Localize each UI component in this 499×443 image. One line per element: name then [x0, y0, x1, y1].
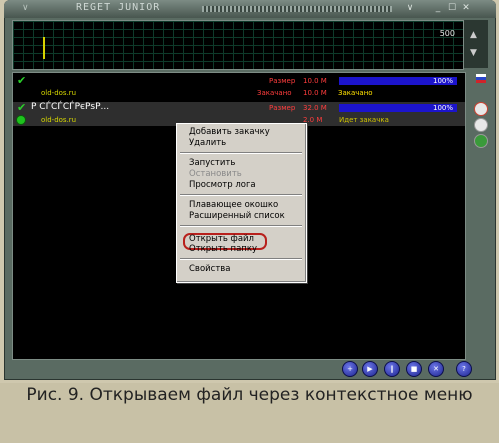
completed-check-icon: ✔	[17, 101, 27, 114]
menu-add-download[interactable]: Добавить закачку	[189, 127, 270, 137]
menu-separator	[180, 194, 302, 196]
graph-scale-control[interactable]: ▲ ▼	[464, 20, 488, 68]
menu-properties[interactable]: Свойства	[189, 264, 231, 274]
progress-percent: 100%	[433, 77, 454, 85]
menu-floating-window[interactable]: Плавающее окошко	[189, 200, 278, 210]
maximize-button[interactable]: ☐	[446, 3, 458, 14]
app-window: ∨ REGET JUNIOR ∨ _ ☐ ✕ 500 ▲ ▼ ✔ Размер …	[4, 0, 496, 380]
download-name: Р СЃСЃСЃРєРѕР...	[31, 102, 110, 112]
menu-open-folder[interactable]: Открыть папку	[189, 244, 257, 254]
pause-button[interactable]: ‖	[384, 361, 400, 377]
graph-scale-value: 500	[439, 29, 455, 38]
minimize-button[interactable]: _	[432, 3, 444, 14]
stop-indicator-icon[interactable]	[474, 102, 488, 116]
pause-indicator-icon[interactable]	[474, 118, 488, 132]
size-value: 10.0 M	[303, 77, 327, 85]
speed-spike	[43, 37, 45, 59]
active-download-icon	[17, 116, 25, 124]
menu-stop: Остановить	[189, 169, 242, 179]
context-menu: Добавить закачку Удалить Запустить Остан…	[176, 123, 307, 283]
control-bar: + ▶ ‖ ■ ✕ ?	[12, 358, 494, 378]
completed-check-icon: ✔	[17, 74, 27, 87]
stop-button[interactable]: ■	[406, 361, 422, 377]
side-panel	[466, 72, 492, 360]
menu-separator	[180, 225, 302, 227]
window-title: REGET JUNIOR	[76, 2, 161, 13]
add-button[interactable]: +	[342, 361, 358, 377]
download-status: Закачано	[338, 89, 373, 97]
screenshot-frame: ∨ REGET JUNIOR ∨ _ ☐ ✕ 500 ▲ ▼ ✔ Размер …	[0, 0, 499, 383]
ok-indicator-icon[interactable]	[474, 134, 488, 148]
download-row[interactable]: ✔ Размер 10.0 M 100%	[13, 74, 465, 87]
menu-separator	[180, 152, 302, 154]
scale-down-icon[interactable]: ▼	[470, 48, 477, 58]
title-bar[interactable]: ∨ REGET JUNIOR ∨ _ ☐ ✕	[4, 0, 496, 18]
download-domain: old-dos.ru	[41, 116, 77, 124]
speed-graph: 500	[12, 20, 464, 70]
downloaded-label: Закачано	[257, 89, 292, 97]
size-label: Размер	[269, 77, 296, 85]
language-flag-icon[interactable]	[476, 74, 486, 83]
download-domain: old-dos.ru	[41, 89, 77, 97]
start-button[interactable]: ▶	[362, 361, 378, 377]
size-label: Размер	[269, 104, 296, 112]
close-button[interactable]: ✕	[460, 3, 472, 14]
menu-delete[interactable]: Удалить	[189, 138, 226, 148]
title-grip	[202, 6, 392, 12]
menu-view-log[interactable]: Просмотр лога	[189, 180, 256, 190]
menu-open-file[interactable]: Открыть файл	[189, 234, 254, 244]
scale-up-icon[interactable]: ▲	[470, 30, 477, 40]
window-dropdown-button[interactable]: ∨	[404, 3, 416, 14]
window-menu-icon[interactable]: ∨	[22, 3, 29, 13]
progress-percent: 100%	[433, 104, 454, 112]
size-value: 32.0 M	[303, 104, 327, 112]
menu-start[interactable]: Запустить	[189, 158, 235, 168]
download-status: Идет закачка	[339, 116, 389, 124]
menu-separator	[180, 258, 302, 260]
figure-caption: Рис. 9. Открываем файл через контекстное…	[0, 383, 499, 443]
download-row-selected[interactable]: ✔ Р СЃСЃСЃРєРѕР... Размер 32.0 M 100%	[13, 101, 465, 114]
help-button[interactable]: ?	[456, 361, 472, 377]
delete-button[interactable]: ✕	[428, 361, 444, 377]
menu-extended-list[interactable]: Расширенный список	[189, 211, 285, 221]
downloaded-value: 10.0 M	[303, 89, 327, 97]
download-row-detail[interactable]: old-dos.ru Закачано 10.0 M Закачано	[13, 87, 465, 99]
